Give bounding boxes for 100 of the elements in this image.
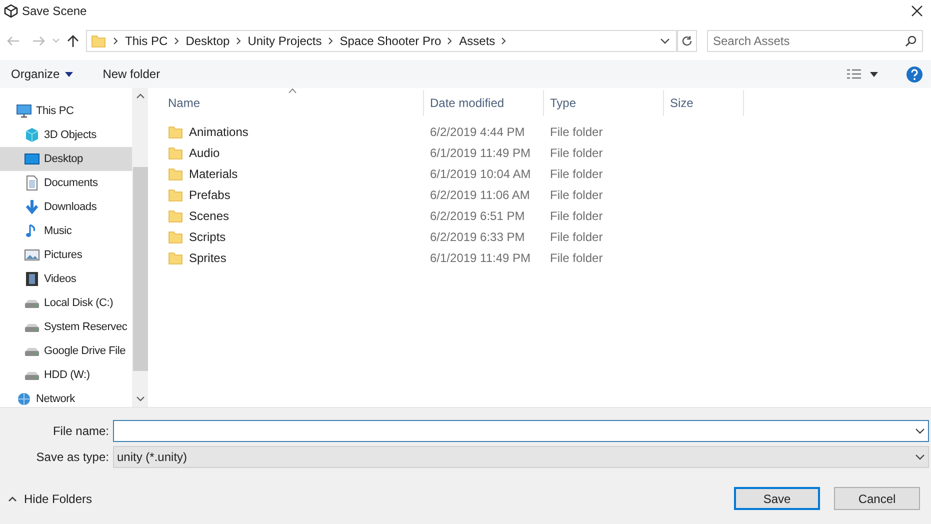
computer-icon (16, 103, 32, 119)
close-icon (911, 5, 923, 17)
film-icon (24, 271, 40, 287)
sidebar-item[interactable]: Documents (0, 171, 132, 195)
type-cell-text: File folder (549, 186, 604, 204)
file-row[interactable]: Materials 6/1/2019 10:04 AM File folder (162, 163, 931, 184)
field-label: File name: (52, 423, 110, 440)
type-cell-text: File folder (549, 166, 604, 182)
globe-icon (16, 391, 32, 407)
date-cell-text: 6/1/2019 11:49 PM (429, 250, 532, 266)
date-cell-text: 6/1/2019 11:49 PM (429, 144, 532, 162)
caret-icon (8, 496, 17, 502)
date-cell-text: 6/2/2019 4:44 PM (429, 124, 526, 140)
file-name: Materials (189, 166, 238, 182)
caret-icon (870, 72, 878, 76)
up-arrow-icon (66, 34, 80, 48)
file-name: Prefabs (189, 186, 230, 204)
refresh-icon (681, 35, 693, 47)
folder-icon (168, 166, 184, 182)
desktop-icon (24, 151, 40, 167)
document-icon (24, 175, 40, 191)
type-cell-text: File folder (549, 124, 604, 140)
scrollbar-thumb[interactable] (132, 167, 148, 371)
breadcrumb[interactable]: Space Shooter Pro (340, 32, 442, 50)
sidebar-item[interactable]: HDD (W:) (0, 363, 132, 387)
file-row[interactable]: Audio 6/1/2019 11:49 PM File folder (162, 142, 931, 163)
save-button[interactable]: Save (734, 487, 820, 510)
sidebar-item[interactable]: Music (0, 219, 132, 243)
dropdown-caret-icon (52, 38, 60, 44)
back-arrow-icon (6, 35, 20, 47)
sort-caret-icon (288, 88, 297, 93)
file-name-field[interactable] (113, 420, 929, 442)
sidebar-item[interactable]: Downloads (0, 195, 132, 219)
date-cell-text: 6/2/2019 6:33 PM (429, 228, 526, 246)
scroll-up-icon (136, 93, 144, 99)
file-row[interactable]: Scenes 6/2/2019 6:51 PM File folder (162, 205, 931, 226)
search-field[interactable]: Search Assets (707, 30, 923, 52)
breadcrumb[interactable]: This PC (125, 32, 168, 50)
sidebar-item[interactable]: System Reservec (0, 315, 132, 339)
column-header[interactable]: Type (544, 90, 664, 116)
scroll-down-icon (136, 396, 144, 402)
dropdown-caret-icon (915, 428, 925, 434)
file-row[interactable]: Prefabs 6/2/2019 11:06 AM File folder (162, 184, 931, 205)
sidebar-item[interactable]: Videos (0, 267, 132, 291)
new-folder-button[interactable]: New folder (102, 65, 160, 83)
column-header[interactable]: Size (664, 90, 744, 116)
date-cell-text: 6/2/2019 11:06 AM (429, 186, 531, 204)
breadcrumb[interactable]: Desktop (186, 32, 230, 50)
view-options-button[interactable] (846, 68, 878, 80)
file-name: Animations (189, 124, 248, 140)
refresh-button[interactable] (677, 30, 697, 52)
column-header[interactable]: Name (162, 90, 424, 116)
dropdown-caret-icon (915, 454, 925, 460)
date-cell-text: 6/2/2019 6:51 PM (429, 208, 526, 224)
folder-icon (168, 144, 184, 160)
save-type-dropdown[interactable]: unity (*.unity) (113, 446, 929, 468)
help-icon (906, 66, 923, 82)
hide-folders-button[interactable]: Hide Folders (8, 490, 92, 508)
type-cell-text: File folder (549, 250, 604, 266)
sidebar-item[interactable]: Google Drive File (0, 339, 132, 363)
sidebar-item[interactable]: 3D Objects (0, 123, 132, 147)
folder-icon (168, 228, 184, 244)
column-header[interactable]: Date modified (424, 90, 544, 116)
file-name: Audio (189, 144, 220, 162)
folder-icon (168, 186, 184, 202)
type-cell-text: File folder (549, 208, 604, 224)
sidebar-item[interactable]: Pictures (0, 243, 132, 267)
file-row[interactable]: Sprites 6/1/2019 11:49 PM File folder (162, 247, 931, 268)
caret-icon (64, 72, 73, 76)
file-row[interactable]: Animations 6/2/2019 4:44 PM File folder (162, 121, 931, 142)
help-button[interactable] (906, 66, 923, 82)
window-title: Save Scene (22, 3, 87, 20)
type-cell-text: File folder (549, 144, 604, 162)
close-button[interactable] (909, 3, 925, 19)
sidebar-item[interactable]: Desktop (0, 147, 132, 171)
file-name: Scenes (189, 208, 230, 224)
folder-icon (91, 33, 107, 49)
cancel-button[interactable]: Cancel (834, 487, 920, 510)
breadcrumb[interactable]: Unity Projects (248, 32, 322, 50)
file-row[interactable]: Scripts 6/2/2019 6:33 PM File folder (162, 226, 931, 247)
date-cell-text: 6/1/2019 10:04 AM (429, 166, 532, 182)
search-icon (905, 35, 917, 47)
down-arrow-icon (24, 199, 40, 215)
organize-button[interactable]: Organize (11, 65, 73, 83)
sidebar-item[interactable]: This PC (0, 99, 132, 123)
folder-icon (168, 208, 184, 224)
picture-icon (24, 247, 40, 263)
sidebar-item[interactable]: Local Disk (C:) (0, 291, 132, 315)
file-name: Sprites (189, 250, 226, 266)
field-label: Save as type: (35, 449, 110, 466)
dropdown-caret-icon (660, 37, 670, 45)
scrollbar[interactable] (132, 88, 148, 407)
address-bar[interactable]: This PC Desktop Unity Projects Space Shooter Pro Assets (86, 30, 677, 52)
folder-icon (168, 124, 184, 140)
breadcrumb[interactable]: Assets (459, 32, 496, 50)
cube-icon (24, 127, 40, 143)
type-cell-text: File folder (549, 228, 604, 246)
sidebar-item[interactable]: Network (0, 387, 132, 407)
folder-icon (168, 250, 184, 266)
file-name: Scripts (189, 228, 226, 246)
